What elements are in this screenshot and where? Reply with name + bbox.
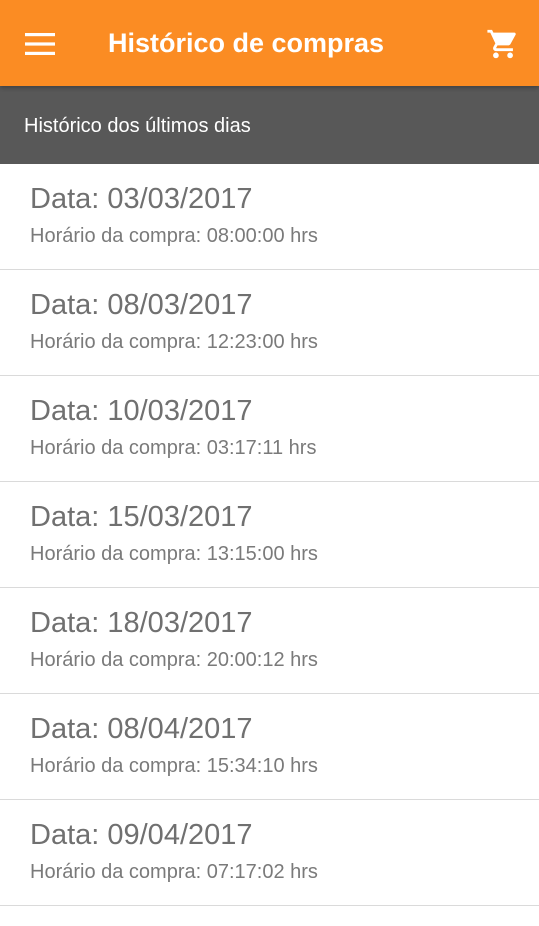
purchase-time: Horário da compra: 13:15:00 hrs <box>30 543 318 565</box>
purchase-list-item[interactable]: Data: 08/04/2017 Horário da compra: 15:3… <box>0 694 539 800</box>
section-header: Histórico dos últimos dias <box>0 86 539 164</box>
purchase-time: Horário da compra: 03:17:11 hrs <box>30 437 317 459</box>
hamburger-menu-icon <box>25 33 55 55</box>
purchase-date: Data: 08/03/2017 <box>30 289 253 321</box>
purchase-date: Data: 18/03/2017 <box>30 607 253 639</box>
purchase-time: Horário da compra: 20:00:12 hrs <box>30 649 318 671</box>
purchase-date: Data: 08/04/2017 <box>30 713 253 745</box>
purchase-time: Horário da compra: 12:23:00 hrs <box>30 331 318 353</box>
purchase-date: Data: 03/03/2017 <box>30 183 253 215</box>
cart-button[interactable] <box>481 22 525 66</box>
purchase-date: Data: 10/03/2017 <box>30 395 253 427</box>
purchase-time: Horário da compra: 15:34:10 hrs <box>30 755 318 777</box>
purchase-list-item[interactable]: Data: 09/04/2017 Horário da compra: 07:1… <box>0 800 539 906</box>
purchase-history-list: Data: 03/03/2017 Horário da compra: 08:0… <box>0 164 539 906</box>
purchase-list-item[interactable]: Data: 10/03/2017 Horário da compra: 03:1… <box>0 376 539 482</box>
purchase-time: Horário da compra: 08:00:00 hrs <box>30 225 318 247</box>
app-bar: Histórico de compras <box>0 0 539 86</box>
purchase-list-item[interactable]: Data: 18/03/2017 Horário da compra: 20:0… <box>0 588 539 694</box>
app-screen: Histórico de compras Histórico dos últim… <box>0 0 539 926</box>
purchase-time: Horário da compra: 07:17:02 hrs <box>30 861 318 883</box>
page-title: Histórico de compras <box>108 28 385 58</box>
purchase-date: Data: 09/04/2017 <box>30 819 253 851</box>
shopping-cart-icon <box>487 29 516 59</box>
menu-button[interactable] <box>18 24 62 64</box>
purchase-list-item[interactable]: Data: 15/03/2017 Horário da compra: 13:1… <box>0 482 539 588</box>
purchase-list-item[interactable]: Data: 08/03/2017 Horário da compra: 12:2… <box>0 270 539 376</box>
purchase-date: Data: 15/03/2017 <box>30 501 253 533</box>
purchase-list-item[interactable]: Data: 03/03/2017 Horário da compra: 08:0… <box>0 164 539 270</box>
section-header-label: Histórico dos últimos dias <box>24 115 251 137</box>
